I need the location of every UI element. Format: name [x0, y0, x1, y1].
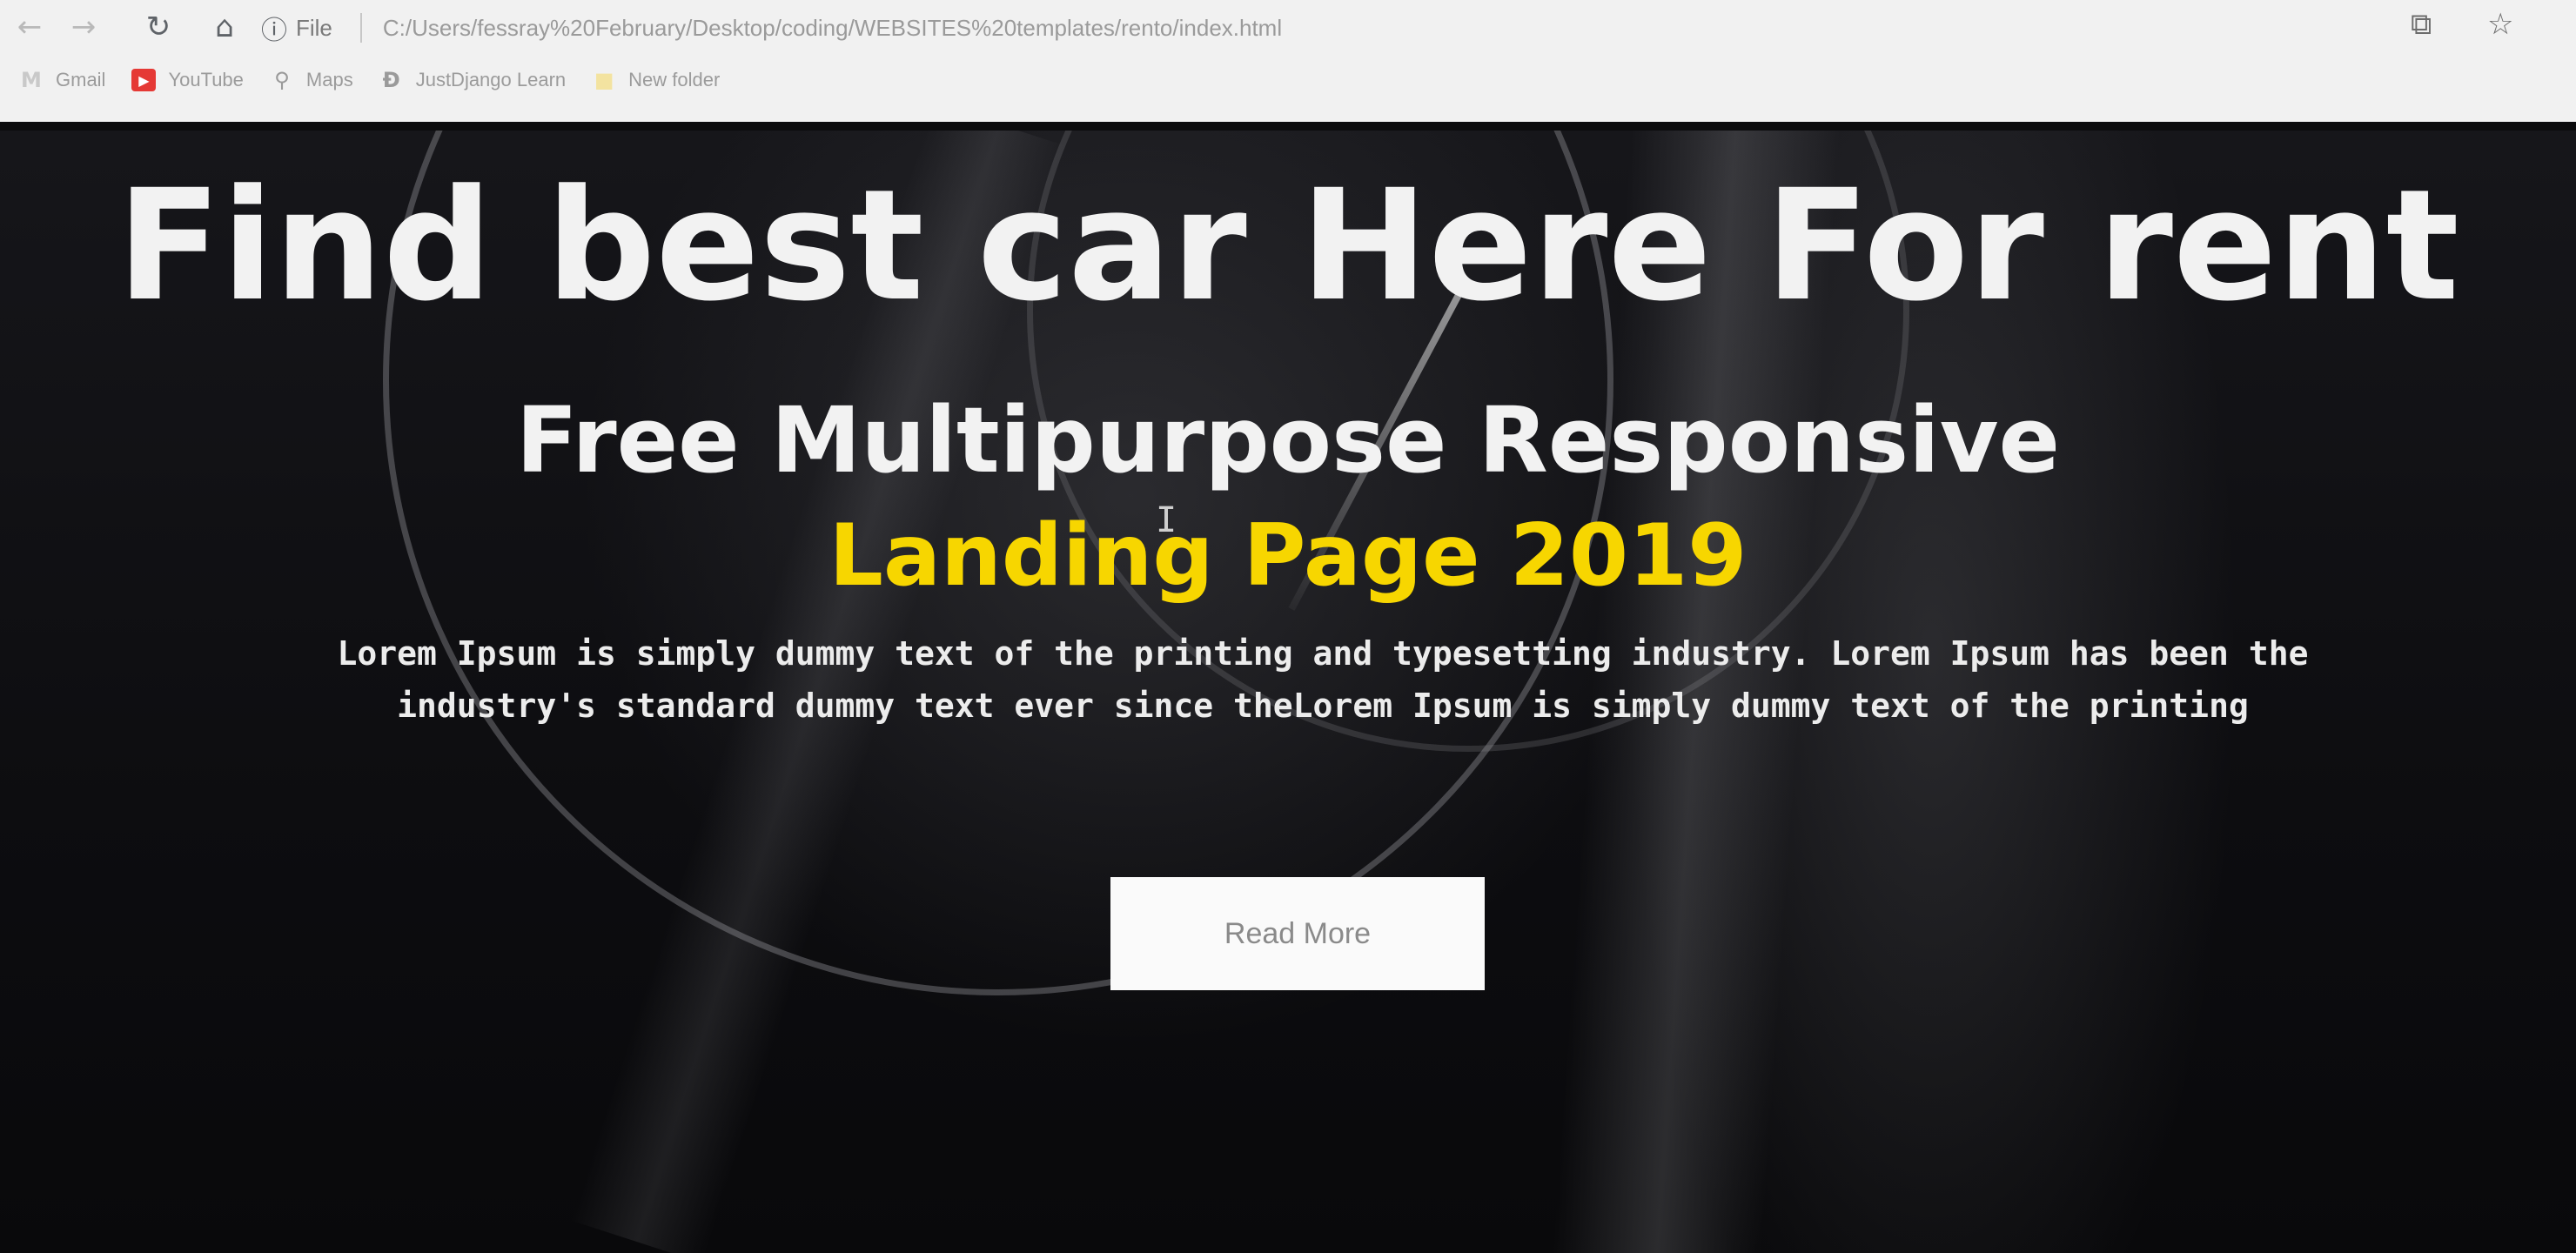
navigation-row: ← → ↻ ⌂ ⓘ File C:/Users/fessray%20Februa… [0, 0, 2576, 54]
text-cursor-icon: I [1156, 500, 1177, 540]
address-scheme: File [296, 14, 332, 41]
address-divider [359, 13, 362, 43]
star-icon[interactable]: ☆ [2487, 7, 2513, 42]
info-icon[interactable]: ⓘ [261, 9, 287, 47]
browser-toolbar: ← → ↻ ⌂ ⓘ File C:/Users/fessray%20Februa… [0, 0, 2576, 122]
bookmark-youtube[interactable]: ▶ YouTube [131, 69, 244, 91]
back-button[interactable]: ← [5, 3, 54, 51]
bookmark-justdjango[interactable]: Ɖ JustDjango Learn [379, 68, 567, 92]
reload-icon: ↻ [145, 10, 171, 44]
home-icon: ⌂ [215, 10, 234, 44]
bookmarks-bar: M Gmail ▶ YouTube ⚲ Maps Ɖ JustDjango Le… [0, 57, 2576, 103]
justdjango-icon: Ɖ [382, 68, 400, 92]
forward-button[interactable]: → [59, 3, 108, 51]
read-more-button[interactable]: Read More [1110, 877, 1485, 990]
bookmark-label: New folder [628, 69, 721, 90]
hero-highlight: Landing Page 2019 [828, 506, 1748, 606]
hero-section: Find best car Here For rent Free Multipu… [0, 131, 2576, 1253]
youtube-icon: ▶ [131, 69, 157, 91]
reload-button[interactable]: ↻ [134, 3, 183, 51]
maps-pin-icon: ⚲ [274, 68, 290, 92]
bookmark-label: Maps [305, 69, 353, 90]
gmail-icon: M [21, 68, 42, 92]
hero-description-line1: Lorem Ipsum is simply dummy text of the … [337, 634, 2309, 673]
home-button[interactable]: ⌂ [200, 3, 249, 51]
hero-subtitle: Free Multipurpose Responsive [515, 387, 2061, 493]
bookmark-label: Gmail [56, 69, 106, 90]
bookmark-gmail[interactable]: M Gmail [19, 68, 106, 92]
hero-description-line2: industry's standard dummy text ever sinc… [397, 687, 2249, 725]
folder-icon: ■ [594, 68, 614, 92]
arrow-right-icon: → [70, 10, 97, 44]
arrow-left-icon: ← [17, 10, 43, 44]
address-bar[interactable]: ⓘ File C:/Users/fessray%20February/Deskt… [261, 3, 2411, 52]
screen: ← → ↻ ⌂ ⓘ File C:/Users/fessray%20Februa… [0, 0, 2576, 1253]
hero-title: Find best car Here For rent [117, 157, 2459, 335]
bookmark-label: YouTube [168, 69, 244, 90]
bookmark-maps[interactable]: ⚲ Maps [270, 68, 353, 92]
hero-description: Lorem Ipsum is simply dummy text of the … [296, 631, 2350, 728]
bookmark-new-folder[interactable]: ■ New folder [592, 68, 721, 92]
address-url[interactable]: C:/Users/fessray%20February/Desktop/codi… [383, 15, 1282, 42]
bookmark-label: JustDjango Learn [415, 69, 567, 90]
page-action-icon[interactable]: ⧉ [2411, 7, 2432, 42]
